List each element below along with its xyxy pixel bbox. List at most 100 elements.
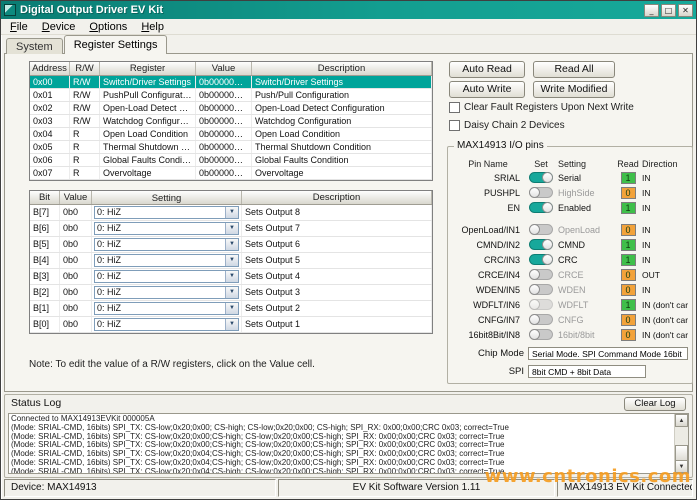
- scroll-up-icon[interactable]: ▲: [675, 414, 688, 427]
- auto-read-button[interactable]: Auto Read: [449, 61, 525, 78]
- toggle-knob: [529, 329, 540, 340]
- pin-toggle[interactable]: [529, 299, 553, 310]
- register-row[interactable]: 0x04 R Open Load Condition 0b00000000 Op…: [30, 128, 432, 141]
- register-table-header: Address R/W Register Value Description: [30, 62, 432, 76]
- pin-direction: IN: [642, 240, 688, 250]
- toggle-knob: [529, 224, 540, 235]
- register-description: Open-Load Detect Configuration: [252, 102, 432, 114]
- io-pin-row: WDFLT/IN6 WDFLT 1 IN (don't care): [452, 297, 688, 312]
- clear-fault-checkbox[interactable]: [449, 102, 460, 113]
- bit-setting-value: 0: HiZ: [97, 319, 225, 330]
- header-pin-name: Pin Name: [452, 159, 524, 169]
- pin-toggle[interactable]: [529, 329, 553, 340]
- bit-setting-dropdown[interactable]: 0: HiZ▼: [94, 254, 239, 267]
- header-bit: Bit: [30, 191, 60, 204]
- clear-log-button[interactable]: Clear Log: [624, 397, 686, 411]
- register-rw: R: [70, 167, 100, 179]
- scroll-down-icon[interactable]: ▼: [675, 460, 688, 473]
- chevron-down-icon[interactable]: ▼: [225, 239, 238, 250]
- register-address: 0x00: [30, 76, 70, 88]
- bit-setting-dropdown[interactable]: 0: HiZ▼: [94, 286, 239, 299]
- register-name: Switch/Driver Settings: [100, 76, 196, 88]
- write-modified-button[interactable]: Write Modified: [533, 81, 615, 98]
- read-badge: 0: [621, 314, 636, 326]
- register-row[interactable]: 0x05 R Thermal Shutdown Condition 0b0000…: [30, 141, 432, 154]
- register-row[interactable]: 0x07 R Overvoltage 0b00000000 Overvoltag…: [30, 167, 432, 180]
- chevron-down-icon[interactable]: ▼: [225, 303, 238, 314]
- pin-name: WDEN/IN5: [452, 285, 524, 295]
- bit-description: Sets Output 7: [242, 221, 432, 236]
- io-pin-row: 16bit8Bit/IN8 16bit/8bit 0 IN (don't car…: [452, 327, 688, 342]
- bit-setting-dropdown[interactable]: 0: HiZ▼: [94, 318, 239, 331]
- menu-file[interactable]: File: [3, 20, 35, 34]
- menu-device[interactable]: Device: [35, 20, 83, 34]
- chevron-down-icon[interactable]: ▼: [225, 223, 238, 234]
- read-badge: 0: [621, 284, 636, 296]
- register-row[interactable]: 0x03 R/W Watchdog Configuration 0b000000…: [30, 115, 432, 128]
- close-button[interactable]: ✕: [678, 4, 693, 17]
- pin-direction: IN: [642, 173, 688, 183]
- register-address: 0x05: [30, 141, 70, 153]
- pin-toggle[interactable]: [529, 269, 553, 280]
- read-badge: 1: [621, 172, 636, 184]
- register-value[interactable]: 0b00000000: [196, 115, 252, 127]
- pin-toggle[interactable]: [529, 187, 553, 198]
- pin-row-gap: [452, 215, 688, 222]
- pin-toggle[interactable]: [529, 172, 553, 183]
- register-value: 0b00000000: [196, 154, 252, 166]
- tab-system[interactable]: System: [6, 38, 63, 54]
- pin-toggle[interactable]: [529, 239, 553, 250]
- minimize-button[interactable]: _: [644, 4, 659, 17]
- bit-setting-dropdown[interactable]: 0: HiZ▼: [94, 222, 239, 235]
- register-value[interactable]: 0b00000000: [196, 89, 252, 101]
- spi-mode-row: SPI 8bit CMD + 8bit Data: [452, 365, 688, 378]
- bit-row: B[1] 0b0 0: HiZ▼ Sets Output 2: [30, 301, 432, 317]
- menu-options[interactable]: Options: [82, 20, 134, 34]
- bit-setting-dropdown[interactable]: 0: HiZ▼: [94, 238, 239, 251]
- pin-toggle[interactable]: [529, 314, 553, 325]
- pin-toggle[interactable]: [529, 202, 553, 213]
- bit-setting-dropdown[interactable]: 0: HiZ▼: [94, 302, 239, 315]
- register-row[interactable]: 0x00 R/W Switch/Driver Settings 0b000000…: [30, 76, 432, 89]
- register-row[interactable]: 0x01 R/W PushPull Configuration 0b000000…: [30, 89, 432, 102]
- register-value: 0b00000000: [196, 128, 252, 140]
- log-scrollbar[interactable]: ▲ ▼: [674, 414, 688, 473]
- register-row[interactable]: 0x02 R/W Open-Load Detect Configuration …: [30, 102, 432, 115]
- chevron-down-icon[interactable]: ▼: [225, 207, 238, 218]
- chevron-down-icon[interactable]: ▼: [225, 271, 238, 282]
- pin-name: WDFLT/IN6: [452, 300, 524, 310]
- daisy-chain-checkbox[interactable]: [449, 120, 460, 131]
- pin-setting-label: CNFG: [558, 315, 614, 325]
- auto-write-button[interactable]: Auto Write: [449, 81, 525, 98]
- header-pin-direction: Direction: [642, 159, 688, 169]
- tab-register-settings[interactable]: Register Settings: [64, 35, 168, 54]
- window-title: Digital Output Driver EV Kit: [20, 4, 642, 16]
- io-pins-title: MAX14913 I/O pins: [454, 140, 547, 151]
- bit-label: B[0]: [30, 317, 60, 332]
- header-rw: R/W: [70, 62, 100, 75]
- bit-setting-value: 0: HiZ: [97, 207, 225, 218]
- register-address: 0x04: [30, 128, 70, 140]
- pin-toggle[interactable]: [529, 224, 553, 235]
- pin-name: PUSHPL: [452, 188, 524, 198]
- register-row[interactable]: 0x06 R Global Faults Condition 0b0000000…: [30, 154, 432, 167]
- chevron-down-icon[interactable]: ▼: [225, 319, 238, 330]
- bit-setting-dropdown[interactable]: 0: HiZ▼: [94, 206, 239, 219]
- menu-help[interactable]: Help: [134, 20, 171, 34]
- maximize-button[interactable]: □: [661, 4, 676, 17]
- spi-value: 8bit CMD + 8bit Data: [528, 365, 646, 378]
- pin-toggle[interactable]: [529, 284, 553, 295]
- register-rw: R: [70, 154, 100, 166]
- register-value[interactable]: 0b00000000: [196, 102, 252, 114]
- register-value[interactable]: 0b00000000: [196, 76, 252, 88]
- bit-setting-dropdown[interactable]: 0: HiZ▼: [94, 270, 239, 283]
- daisy-chain-label: Daisy Chain 2 Devices: [464, 120, 565, 131]
- chevron-down-icon[interactable]: ▼: [225, 255, 238, 266]
- chevron-down-icon[interactable]: ▼: [225, 287, 238, 298]
- bit-description: Sets Output 2: [242, 301, 432, 316]
- read-all-button[interactable]: Read All: [533, 61, 615, 78]
- pin-toggle[interactable]: [529, 254, 553, 265]
- pin-name: CMND/IN2: [452, 240, 524, 250]
- bit-row: B[0] 0b0 0: HiZ▼ Sets Output 1: [30, 317, 432, 333]
- chip-mode-value: Serial Mode. SPI Command Mode 16bit: [528, 347, 688, 360]
